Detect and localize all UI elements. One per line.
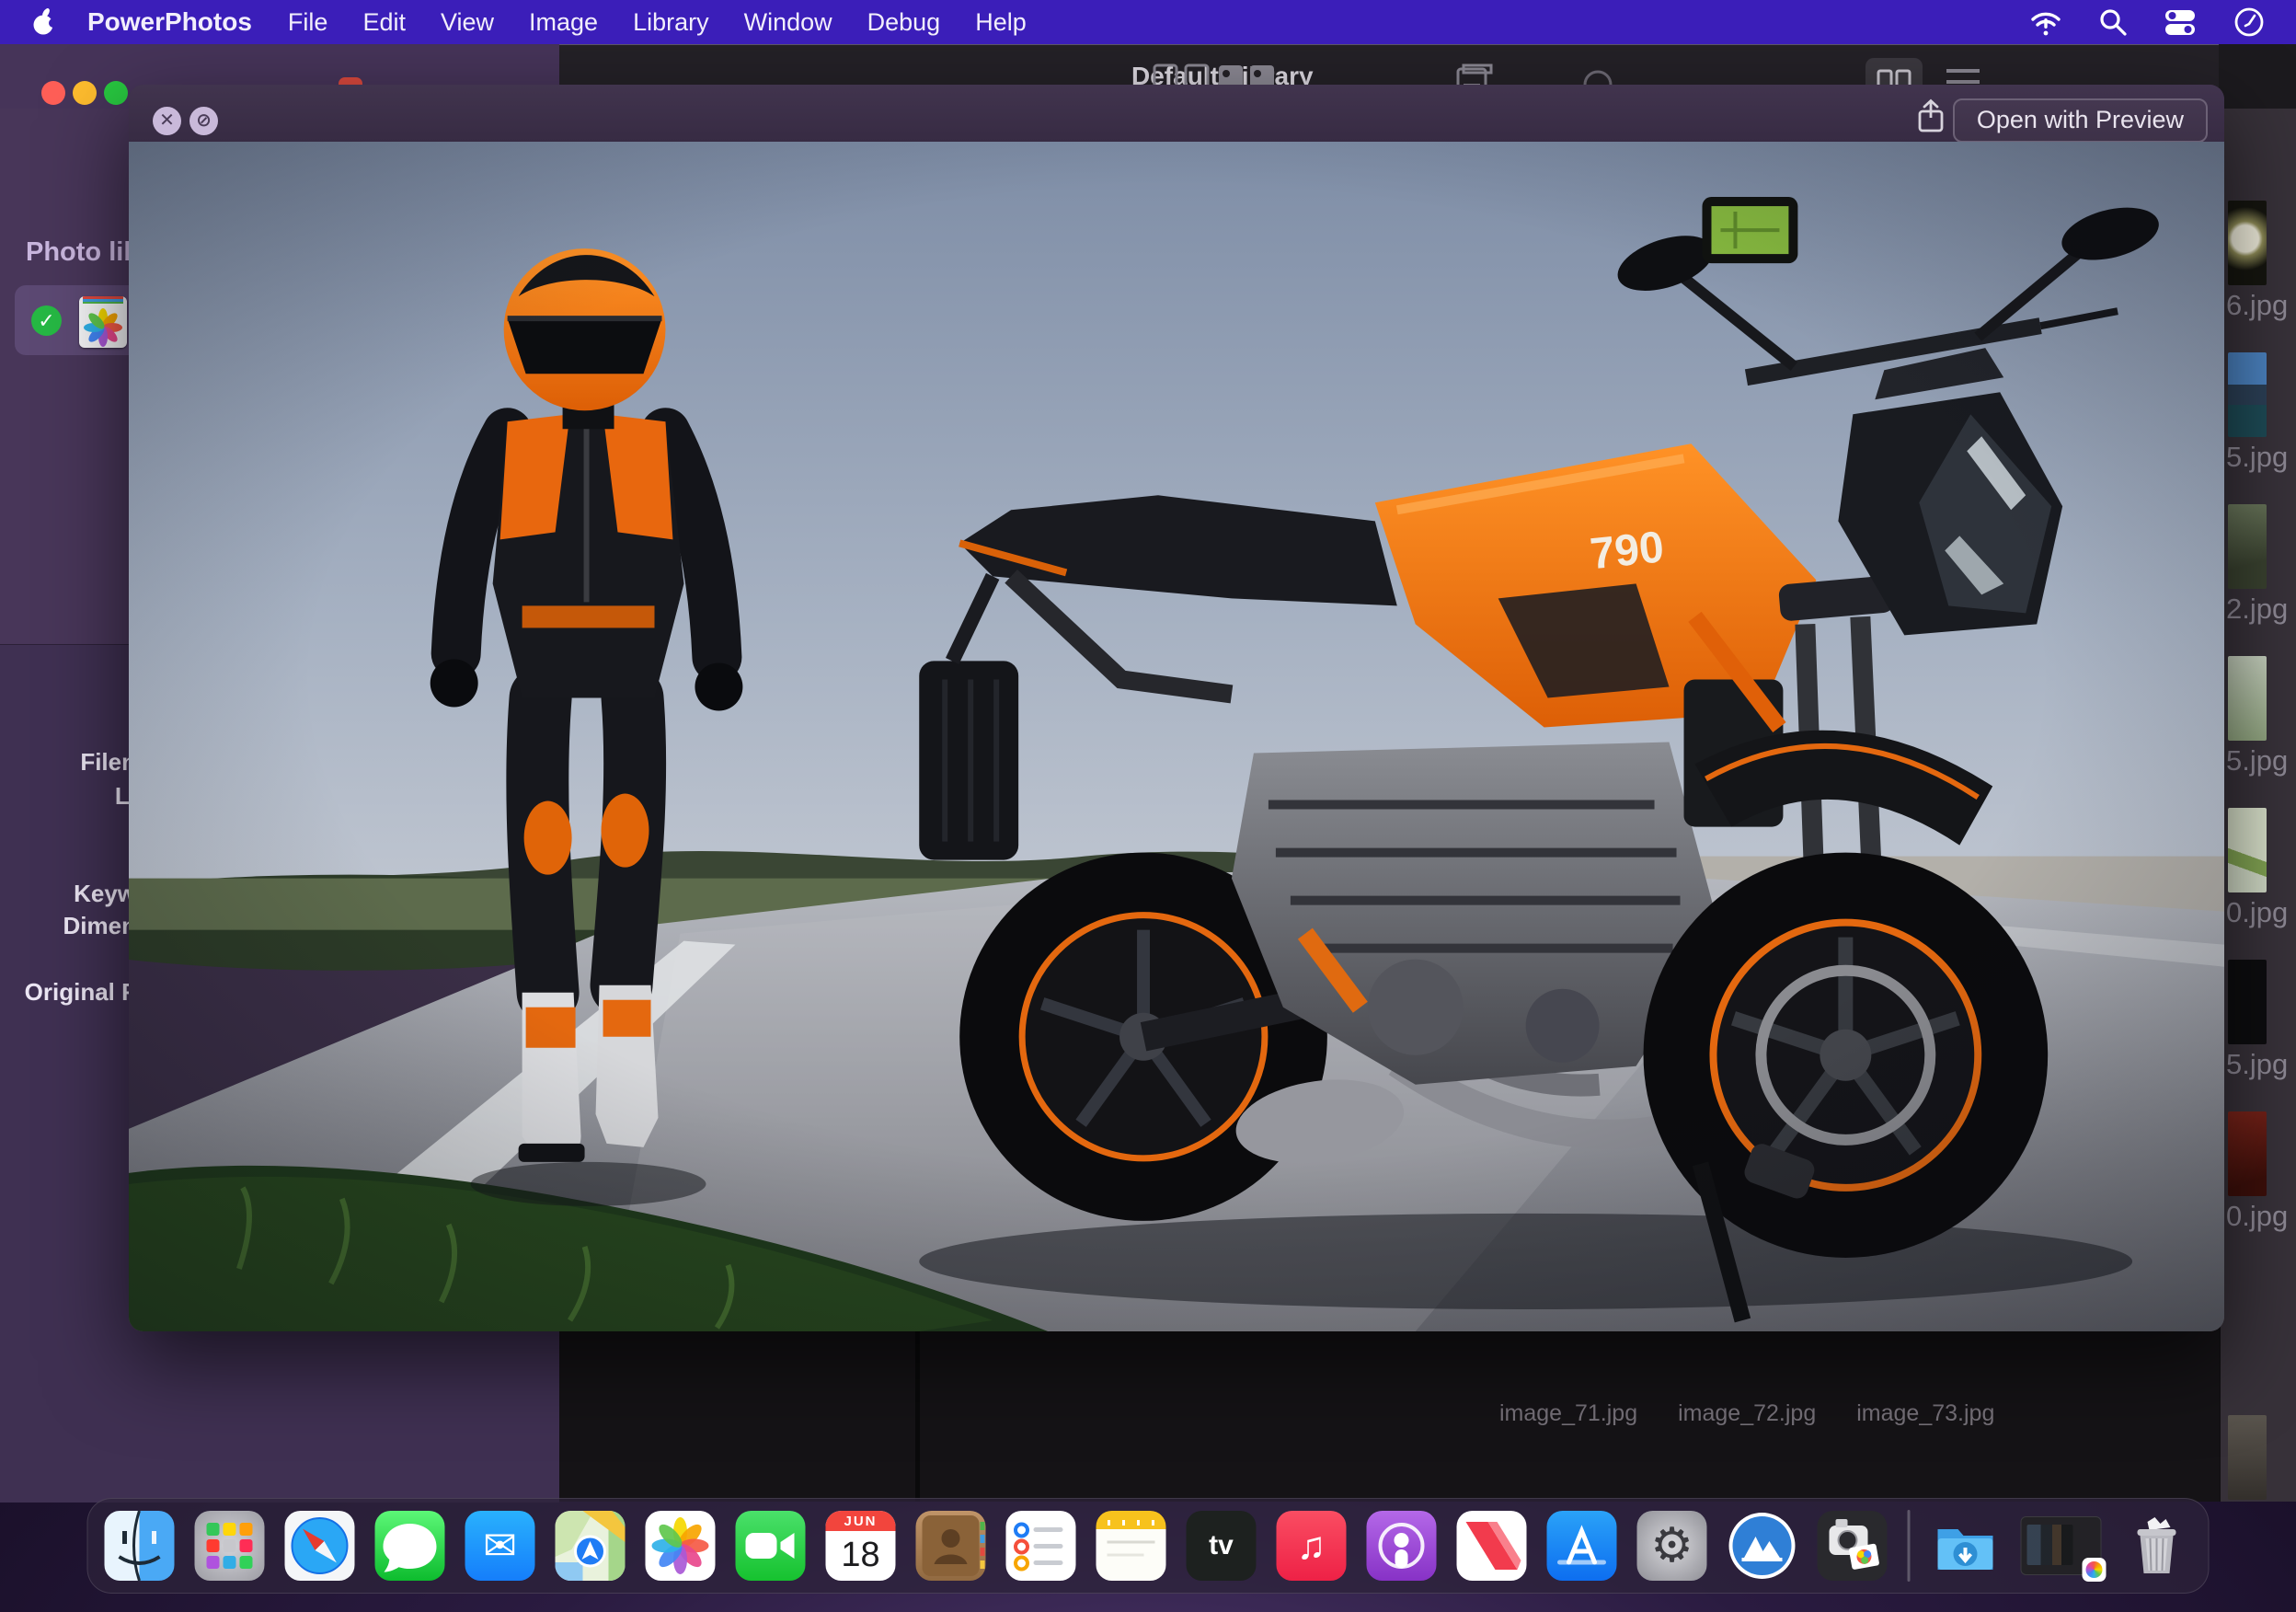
dock-powerphotos-icon[interactable] bbox=[1818, 1511, 1888, 1581]
thumbnail-label: 0.jpg bbox=[2226, 896, 2296, 929]
dock-contacts-icon[interactable] bbox=[916, 1511, 986, 1581]
quicklook-fullscreen-button[interactable]: ⊘ bbox=[189, 107, 218, 135]
dock-trash-icon[interactable] bbox=[2122, 1511, 2192, 1581]
share-icon[interactable] bbox=[1913, 98, 1948, 134]
grid-filename[interactable]: image_72.jpg bbox=[1678, 1400, 1816, 1427]
dock-calendar-icon[interactable]: JUN 18 bbox=[826, 1511, 896, 1581]
minimized-window-content bbox=[2027, 1525, 2073, 1565]
dock-mail-icon[interactable]: ✉ bbox=[465, 1511, 535, 1581]
clock-icon[interactable] bbox=[2233, 6, 2265, 38]
wifi-alert-icon[interactable] bbox=[2029, 7, 2062, 37]
dock-maps-icon[interactable] bbox=[556, 1511, 626, 1581]
menu-debug[interactable]: Debug bbox=[867, 8, 941, 37]
menu-window[interactable]: Window bbox=[744, 8, 832, 37]
dock-podcasts-icon[interactable] bbox=[1367, 1511, 1437, 1581]
menu-file[interactable]: File bbox=[288, 8, 328, 37]
dock-mountain-app-icon[interactable] bbox=[1728, 1511, 1797, 1581]
mail-envelope-glyph: ✉ bbox=[483, 1523, 517, 1570]
menu-bar: PowerPhotos File Edit View Image Library… bbox=[0, 0, 2296, 44]
thumbnail-label: 5.jpg bbox=[2226, 1048, 2296, 1081]
info-label-original-file: Original F bbox=[0, 978, 136, 1007]
thumbnail[interactable] bbox=[2228, 352, 2267, 437]
quicklook-titlebar: ✕ ⊘ Open with Preview bbox=[129, 85, 2224, 143]
grid-filename[interactable]: image_73.jpg bbox=[1856, 1400, 1994, 1427]
thumbnail[interactable] bbox=[2228, 1415, 2267, 1500]
dock-settings-icon[interactable]: ⚙ bbox=[1637, 1511, 1707, 1581]
calendar-day-label: 18 bbox=[826, 1531, 896, 1579]
open-with-preview-button[interactable]: Open with Preview bbox=[1953, 98, 2208, 143]
close-window-button[interactable] bbox=[41, 81, 65, 105]
search-icon[interactable] bbox=[2099, 8, 2127, 36]
thumbnail[interactable] bbox=[2228, 656, 2267, 741]
dock-music-icon[interactable]: ♫ bbox=[1277, 1511, 1347, 1581]
menu-view[interactable]: View bbox=[441, 8, 494, 37]
dock-launchpad-icon[interactable] bbox=[195, 1511, 265, 1581]
minimize-window-button[interactable] bbox=[73, 81, 97, 105]
thumbnail-label: 0.jpg bbox=[2226, 1200, 2296, 1233]
dock-minimized-window-icon[interactable] bbox=[2021, 1516, 2102, 1575]
dock: ✉ JUN 18 tv ♫ ⚙ bbox=[87, 1498, 2210, 1594]
quicklook-photo: 790 bbox=[129, 142, 2224, 1331]
control-center-icon[interactable] bbox=[2164, 7, 2197, 37]
dock-downloads-folder-icon[interactable] bbox=[1931, 1511, 2001, 1581]
dock-reminders-icon[interactable] bbox=[1006, 1511, 1076, 1581]
menu-image[interactable]: Image bbox=[529, 8, 598, 37]
thumbnail[interactable] bbox=[2228, 808, 2267, 892]
appletv-label: tv bbox=[1209, 1530, 1234, 1561]
menu-help[interactable]: Help bbox=[975, 8, 1027, 37]
dock-news-icon[interactable] bbox=[1457, 1511, 1527, 1581]
thumbnail-label: 5.jpg bbox=[2226, 744, 2296, 777]
thumbnail-label: 5.jpg bbox=[2226, 441, 2296, 474]
menu-edit[interactable]: Edit bbox=[362, 8, 406, 37]
quicklook-window: ✕ ⊘ Open with Preview bbox=[129, 85, 2224, 1331]
thumbnail-strip: 6.jpg 5.jpg 2.jpg 5.jpg 0.jpg 5.jpg 0.jp… bbox=[2219, 109, 2296, 1502]
thumbnail[interactable] bbox=[2228, 960, 2267, 1044]
dock-safari-icon[interactable] bbox=[285, 1511, 355, 1581]
dock-messages-icon[interactable] bbox=[375, 1511, 445, 1581]
thumbnail[interactable] bbox=[2228, 504, 2267, 589]
dock-divider bbox=[1908, 1510, 1911, 1582]
thumbnail[interactable] bbox=[2228, 201, 2267, 285]
gear-glyph: ⚙ bbox=[1650, 1518, 1693, 1573]
quicklook-close-button[interactable]: ✕ bbox=[153, 107, 181, 135]
thumbnail-label: 2.jpg bbox=[2226, 593, 2296, 626]
photos-library-icon bbox=[79, 296, 127, 348]
calendar-month-label: JUN bbox=[826, 1511, 896, 1531]
dock-appletv-icon[interactable]: tv bbox=[1187, 1511, 1257, 1581]
info-label-filename: Filen bbox=[0, 748, 136, 777]
dock-appstore-icon[interactable] bbox=[1547, 1511, 1617, 1581]
checkmark-icon: ✓ bbox=[31, 305, 62, 336]
grid-filename[interactable]: image_71.jpg bbox=[1499, 1400, 1637, 1427]
dock-finder-icon[interactable] bbox=[105, 1511, 175, 1581]
thumbnail[interactable] bbox=[2228, 1111, 2267, 1196]
music-note-glyph: ♫ bbox=[1297, 1524, 1326, 1568]
info-label-keywords: Keyw bbox=[0, 880, 136, 908]
menu-app-name[interactable]: PowerPhotos bbox=[87, 7, 252, 37]
photos-badge-icon bbox=[2083, 1558, 2107, 1582]
dock-facetime-icon[interactable] bbox=[736, 1511, 806, 1581]
apple-menu-icon[interactable] bbox=[31, 7, 57, 37]
sidebar-header: Photo lib bbox=[26, 237, 140, 268]
dock-photos-icon[interactable] bbox=[646, 1511, 716, 1581]
dock-notes-icon[interactable] bbox=[1096, 1511, 1166, 1581]
info-label-library: Li bbox=[0, 782, 136, 811]
thumbnail-label: 6.jpg bbox=[2226, 289, 2296, 322]
menu-library[interactable]: Library bbox=[633, 8, 709, 37]
zoom-window-button[interactable] bbox=[104, 81, 128, 105]
info-label-dimensions: Dimen bbox=[0, 912, 136, 940]
